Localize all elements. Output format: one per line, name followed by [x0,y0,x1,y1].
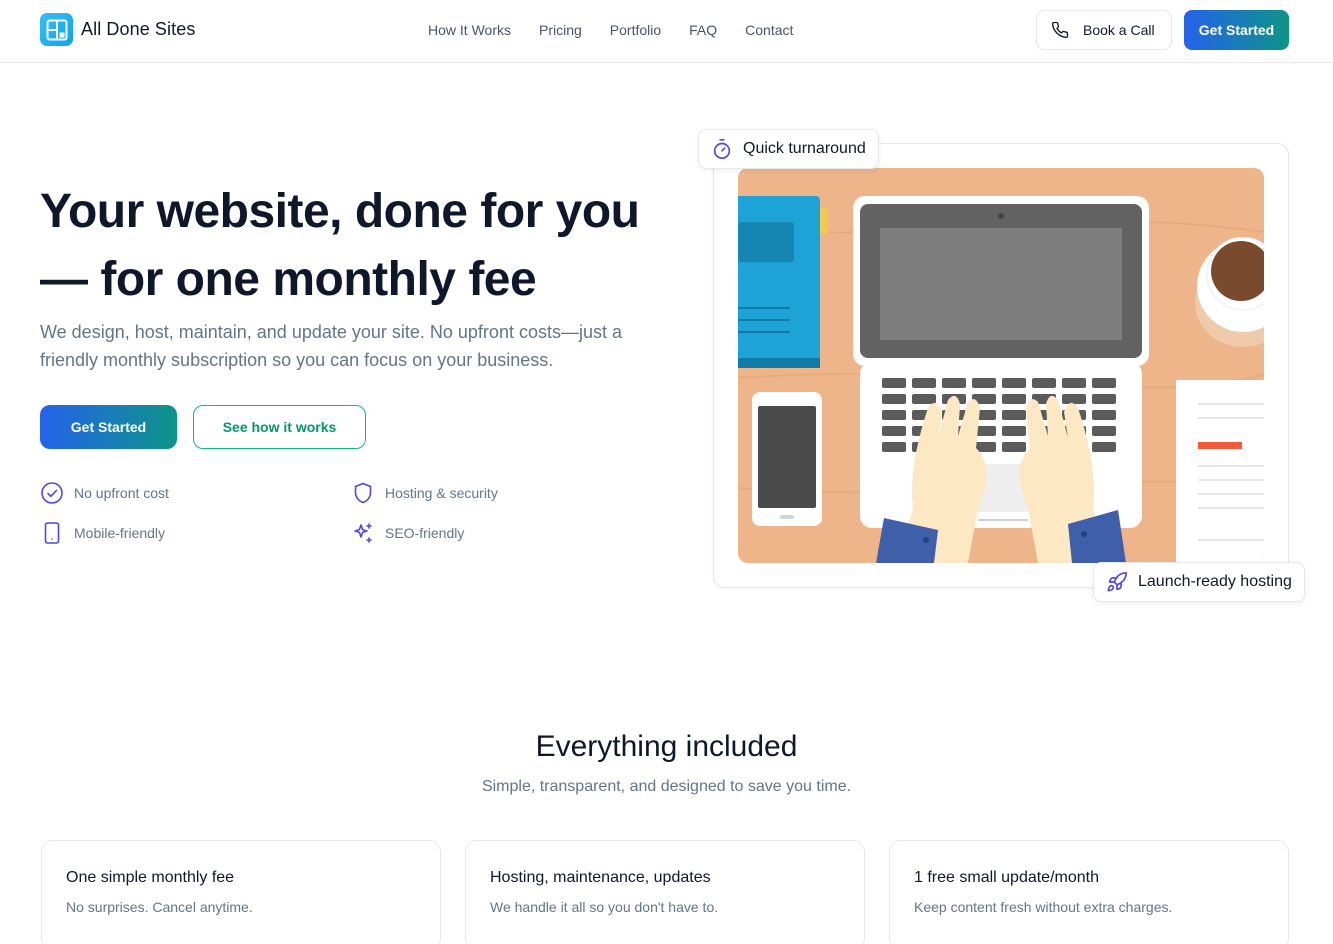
brand-name: All Done Sites [81,19,196,39]
included-card: One simple monthly fee No surprises. Can… [41,840,441,944]
card-text: No surprises. Cancel anytime. [66,899,253,915]
launch-ready-hosting-badge: Launch-ready hosting [1093,562,1305,602]
brand-logo[interactable]: All Done Sites [40,13,195,46]
card-title: Hosting, maintenance, updates [490,869,711,886]
feature-mobile-friendly: Mobile-friendly [40,521,165,545]
feature-label: No upfront cost [74,485,169,501]
feature-seo-friendly: SEO-friendly [351,521,464,545]
badge-label: Quick turnaround [743,140,866,157]
timer-icon [713,139,731,159]
smartphone-icon [44,522,60,544]
card-text: We handle it all so you don't have to. [490,899,719,915]
book-call-label: Book a Call [1083,22,1155,38]
card-title: One simple monthly fee [66,869,235,886]
feature-label: SEO-friendly [385,525,465,541]
feature-no-upfront-cost: No upfront cost [40,481,169,505]
included-card: 1 free small update/month Keep content f… [889,840,1289,944]
rocket-icon [1107,572,1127,592]
nav-contact[interactable]: Contact [745,22,793,38]
hero-title-line1: Your website, done for you [40,185,640,238]
sparkles-icon [354,523,372,543]
included-title: Everything included [535,730,798,763]
header-get-started-button[interactable]: Get Started [1184,10,1289,50]
see-how-it-works-button[interactable]: See how it works [193,405,366,449]
main-nav: How It Works Pricing Portfolio FAQ Conta… [428,22,821,38]
logo-icon [40,13,73,46]
site-header: All Done Sites How It Works Pricing Port… [0,0,1333,63]
quick-turnaround-badge: Quick turnaround [698,129,879,169]
hero-title-line2: — for one monthly fee [40,253,537,306]
card-text: Keep content fresh without extra charges… [914,899,1173,915]
nav-faq[interactable]: FAQ [689,22,717,38]
nav-portfolio[interactable]: Portfolio [610,22,661,38]
included-subtitle: Simple, transparent, and designed to sav… [481,778,852,795]
nav-pricing[interactable]: Pricing [539,22,582,38]
feature-hosting-security: Hosting & security [351,481,498,505]
feature-label: Mobile-friendly [74,525,166,541]
hero-get-started-button[interactable]: Get Started [40,405,177,449]
check-circle-icon [41,482,63,504]
hero-subtitle: We design, host, maintain, and update yo… [40,322,622,370]
workspace-illustration [738,168,1264,563]
badge-label: Launch-ready hosting [1138,573,1292,590]
book-call-button[interactable]: Book a Call [1036,10,1172,50]
phone-icon [1051,21,1069,39]
hero-title: Your website, done for you — for one mon… [40,178,680,314]
shield-icon [354,482,372,504]
included-card: Hosting, maintenance, updates We handle … [465,840,865,944]
feature-label: Hosting & security [385,485,498,501]
card-title: 1 free small update/month [914,869,1099,886]
nav-how-it-works[interactable]: How It Works [428,22,511,38]
